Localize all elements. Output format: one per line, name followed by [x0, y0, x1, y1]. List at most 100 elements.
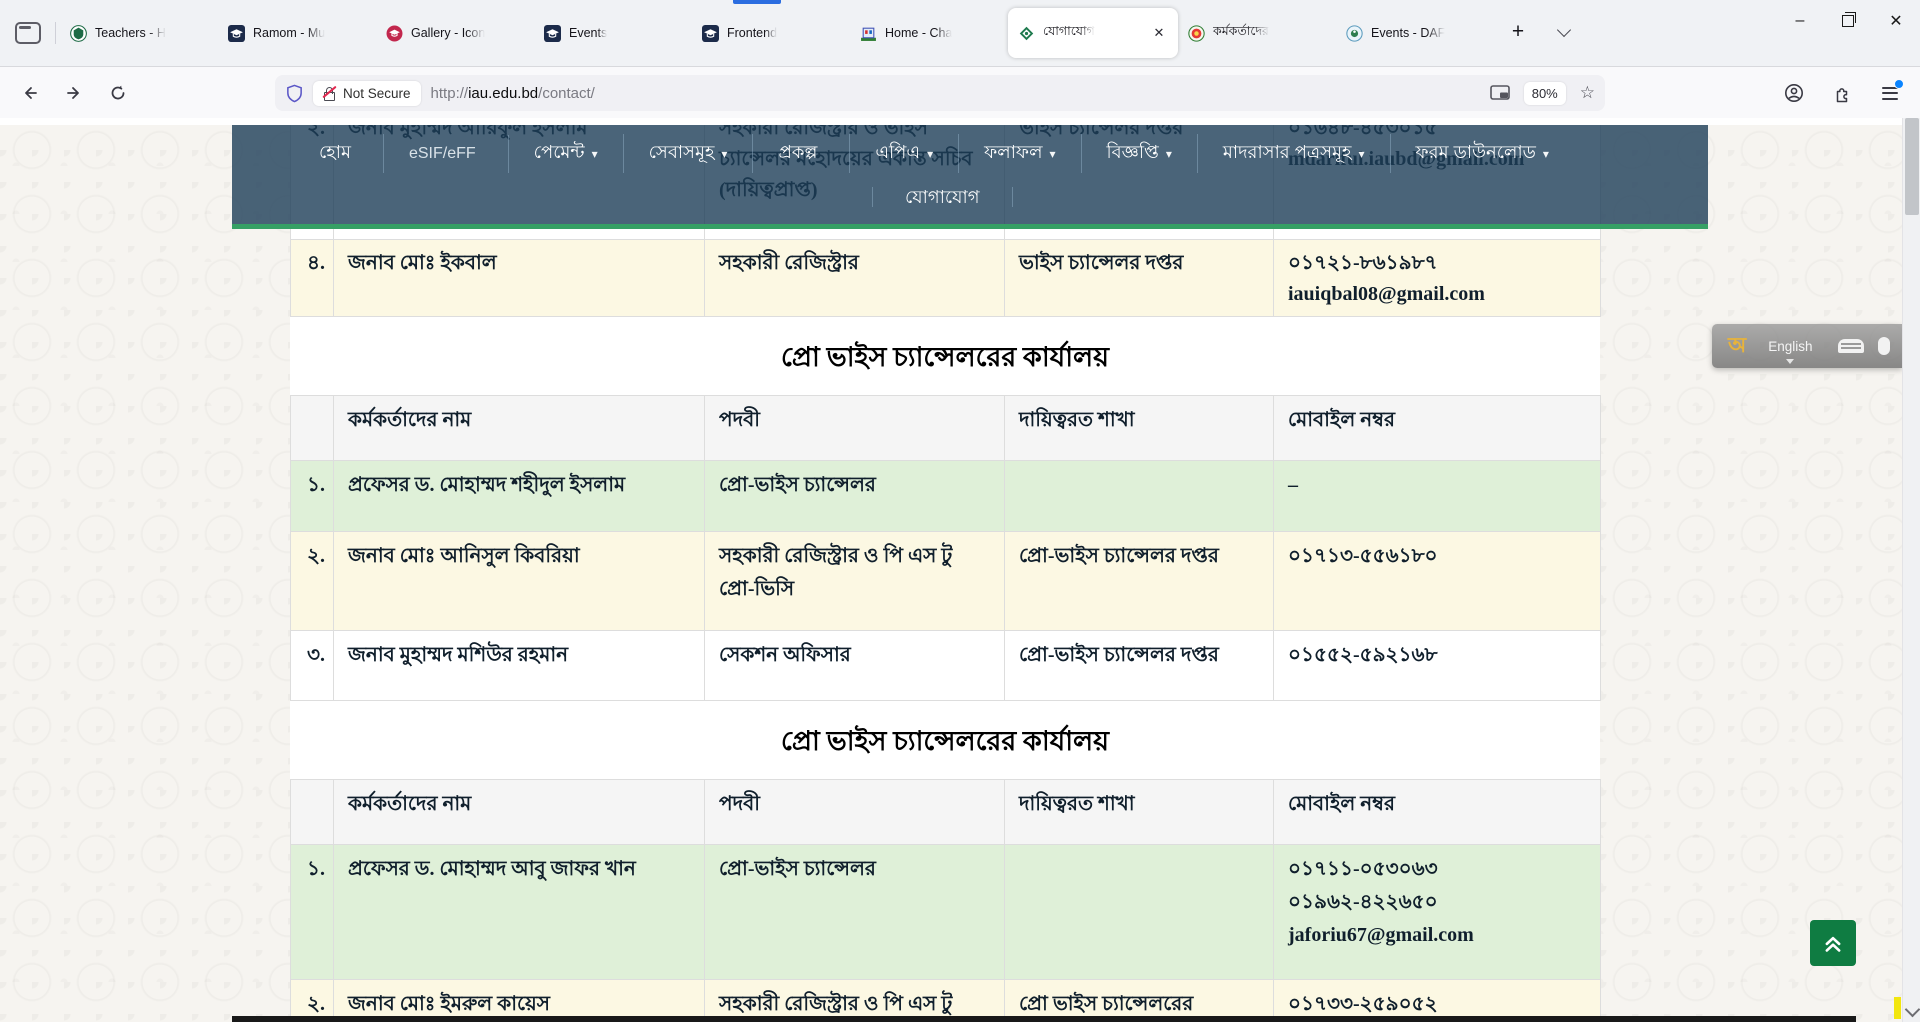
- nav-item-madrasah-letters[interactable]: মাদরাসার পত্রসমূহ▾: [1198, 134, 1391, 173]
- cell-branch: প্রো-ভাইস চ্যান্সেলর দপ্তর: [1005, 532, 1274, 631]
- browser-tab-contact-active[interactable]: যোগাযোগ ✕: [1008, 8, 1178, 58]
- url-bar[interactable]: Not Secure http://iau.edu.bd/contact/ 80…: [275, 75, 1605, 111]
- notification-dot: [1894, 79, 1904, 89]
- nav-item-services[interactable]: সেবাসমূহ▾: [624, 134, 754, 173]
- restore-button[interactable]: [1824, 0, 1872, 42]
- tab-title: Teachers - H: [95, 26, 166, 40]
- grad-cap-red-icon: [386, 25, 403, 42]
- nav-item-contact[interactable]: যোগাযোগ: [872, 187, 1013, 207]
- cell-name: জনাব মোঃ ইকবাল: [334, 240, 705, 317]
- scrollbar[interactable]: [1902, 118, 1920, 1022]
- zoom-level-badge[interactable]: 80%: [1524, 82, 1566, 105]
- browser-tab-gallery[interactable]: Gallery - Icon: [376, 8, 534, 58]
- bookmark-star-icon[interactable]: ☆: [1580, 83, 1595, 103]
- caret-down-icon: ▾: [1543, 147, 1549, 161]
- scroll-to-top-button[interactable]: [1810, 920, 1856, 966]
- cell-name: প্রফেসর ড. মোহাম্মদ আবু জাফর খান: [334, 845, 705, 980]
- tab-title: Ramom - Mu: [253, 26, 325, 40]
- page-content: ২. জনাব মুহাম্মদ আরিফুল ইসলাম সহকারী রেজ…: [290, 118, 1600, 1022]
- nav-item-form-download[interactable]: ফরম ডাউনলোড▾: [1391, 134, 1574, 173]
- url-scheme: http://: [431, 85, 469, 102]
- header-mobile: মোবাইল নম্বর: [1274, 780, 1601, 845]
- table-header-row: কর্মকর্তাদের নাম পদবী দায়িত্বরত শাখা মো…: [291, 780, 1601, 845]
- cell-mobile: ০১৭২১-৮৬১৯৮৭ iauiqbal08@gmail.com: [1274, 240, 1601, 317]
- cell-serial: ৩.: [291, 631, 334, 701]
- back-button[interactable]: [12, 75, 48, 111]
- nav-item-payment[interactable]: পেমেন্ট▾: [509, 134, 624, 173]
- page-top-strip: [0, 118, 1920, 125]
- tab-title: Home - Cha: [885, 26, 952, 40]
- extensions-puzzle-icon[interactable]: [1824, 75, 1860, 111]
- security-label: Not Secure: [343, 86, 411, 101]
- close-button[interactable]: ✕: [1872, 0, 1920, 42]
- cell-serial: ১.: [291, 845, 334, 980]
- nav-item-projects[interactable]: প্রকল্প: [753, 134, 850, 173]
- new-tab-button[interactable]: +: [1502, 16, 1534, 48]
- scrollbar-down-arrow[interactable]: [1905, 1002, 1920, 1018]
- browser-tab-events-daf[interactable]: Events - DAF: [1336, 8, 1494, 58]
- school-building-icon: [860, 25, 877, 42]
- table-row: ১. প্রফেসর ড. মোহাম্মদ শহীদুল ইসলাম প্রো…: [291, 461, 1601, 532]
- section-title: প্রো ভাইস চ্যান্সেলরের কার্যালয়: [290, 317, 1600, 395]
- avro-language-label: English: [1768, 339, 1812, 354]
- tab-overflow-button[interactable]: [1548, 16, 1580, 48]
- avro-keyboard-toolbar[interactable]: অ English: [1712, 324, 1902, 368]
- mouse-icon[interactable]: [1878, 337, 1890, 355]
- cell-name: প্রফেসর ড. মোহাম্মদ শহীদুল ইসলাম: [334, 461, 705, 532]
- round-emblem-icon: [1346, 25, 1363, 42]
- caret-down-icon: ▾: [721, 147, 727, 161]
- chevron-down-icon: [1557, 23, 1571, 37]
- cell-mobile: –: [1274, 461, 1601, 532]
- cell-branch: [1005, 845, 1274, 980]
- forward-button[interactable]: [56, 75, 92, 111]
- minimize-button[interactable]: –: [1776, 0, 1824, 42]
- nav-item-esif-eff[interactable]: eSIF/eFF: [384, 135, 509, 173]
- cell-serial: ১.: [291, 461, 334, 532]
- navbar-row-1: হোম eSIF/eFF পেমেন্ট▾ সেবাসমূহ▾ প্রকল্প …: [232, 125, 1708, 173]
- firefox-view-icon: [15, 22, 41, 44]
- double-chevron-up-icon: [1819, 929, 1847, 957]
- browser-tab-officers[interactable]: কর্মকর্তাদের: [1178, 8, 1336, 58]
- browser-tab-ramom[interactable]: Ramom - Mu: [218, 8, 376, 58]
- tab-strip: Teachers - H Ramom - Mu Gallery - Icon E…: [0, 0, 1920, 67]
- tracking-shield-icon[interactable]: [285, 84, 304, 103]
- reload-button[interactable]: [100, 75, 136, 111]
- nav-item-apa[interactable]: এপিএ▾: [850, 134, 959, 173]
- account-icon[interactable]: [1776, 75, 1812, 111]
- header-position: পদবী: [705, 780, 1005, 845]
- cell-mobile: ০১৭১৩-৫৫৬১৮০: [1274, 532, 1601, 631]
- nav-item-home[interactable]: হোম: [294, 134, 384, 173]
- section-title: প্রো ভাইস চ্যান্সেলরের কার্যালয়: [290, 701, 1600, 779]
- header-serial: [291, 780, 334, 845]
- url-text[interactable]: http://iau.edu.bd/contact/: [431, 85, 595, 102]
- nav-item-results[interactable]: ফলাফল▾: [959, 134, 1081, 173]
- container-tab-stripe: [733, 0, 781, 4]
- contact-table-pro-vc-1: কর্মকর্তাদের নাম পদবী দায়িত্বরত শাখা মো…: [290, 395, 1601, 701]
- picture-in-picture-icon[interactable]: [1490, 85, 1510, 101]
- nav-item-notices[interactable]: বিজ্ঞপ্তি▾: [1082, 134, 1198, 173]
- table-row: ১. প্রফেসর ড. মোহাম্মদ আবু জাফর খান প্রো…: [291, 845, 1601, 980]
- scroll-marker: [1894, 997, 1901, 1019]
- tab-close-icon[interactable]: ✕: [1150, 24, 1168, 42]
- page-viewport: ২. জনাব মুহাম্মদ আরিফুল ইসলাম সহকারী রেজ…: [0, 118, 1920, 1022]
- caret-down-icon: ▾: [592, 147, 598, 161]
- avro-language-selector[interactable]: English: [1768, 339, 1812, 354]
- table-header-row: কর্মকর্তাদের নাম পদবী দায়িত্বরত শাখা মো…: [291, 396, 1601, 461]
- insecure-lock-icon: [323, 86, 336, 100]
- browser-tab-home[interactable]: Home - Cha: [850, 8, 1008, 58]
- caret-down-icon: ▾: [1358, 147, 1364, 161]
- tab-title: কর্মকর্তাদের: [1213, 23, 1269, 43]
- cell-position: প্রো-ভাইস চ্যান্সেলর: [705, 845, 1005, 980]
- keyboard-icon[interactable]: [1838, 339, 1864, 353]
- browser-tab-events[interactable]: Events: [534, 8, 692, 58]
- scrollbar-thumb[interactable]: [1905, 118, 1919, 215]
- browser-tab-teachers[interactable]: Teachers - H: [60, 8, 218, 58]
- security-chip[interactable]: Not Secure: [313, 81, 421, 106]
- tab-title: যোগাযোগ: [1043, 23, 1095, 43]
- phone-number: ০১৭২১-৮৬১৯৮৭: [1288, 248, 1586, 279]
- tab-title: Gallery - Icon: [411, 26, 485, 40]
- browser-tab-frontend[interactable]: Frontend: [692, 8, 850, 58]
- firefox-view-button[interactable]: [10, 15, 46, 51]
- avro-logo-icon[interactable]: অ: [1728, 329, 1746, 364]
- site-navbar: হোম eSIF/eFF পেমেন্ট▾ সেবাসমূহ▾ প্রকল্প …: [232, 125, 1708, 229]
